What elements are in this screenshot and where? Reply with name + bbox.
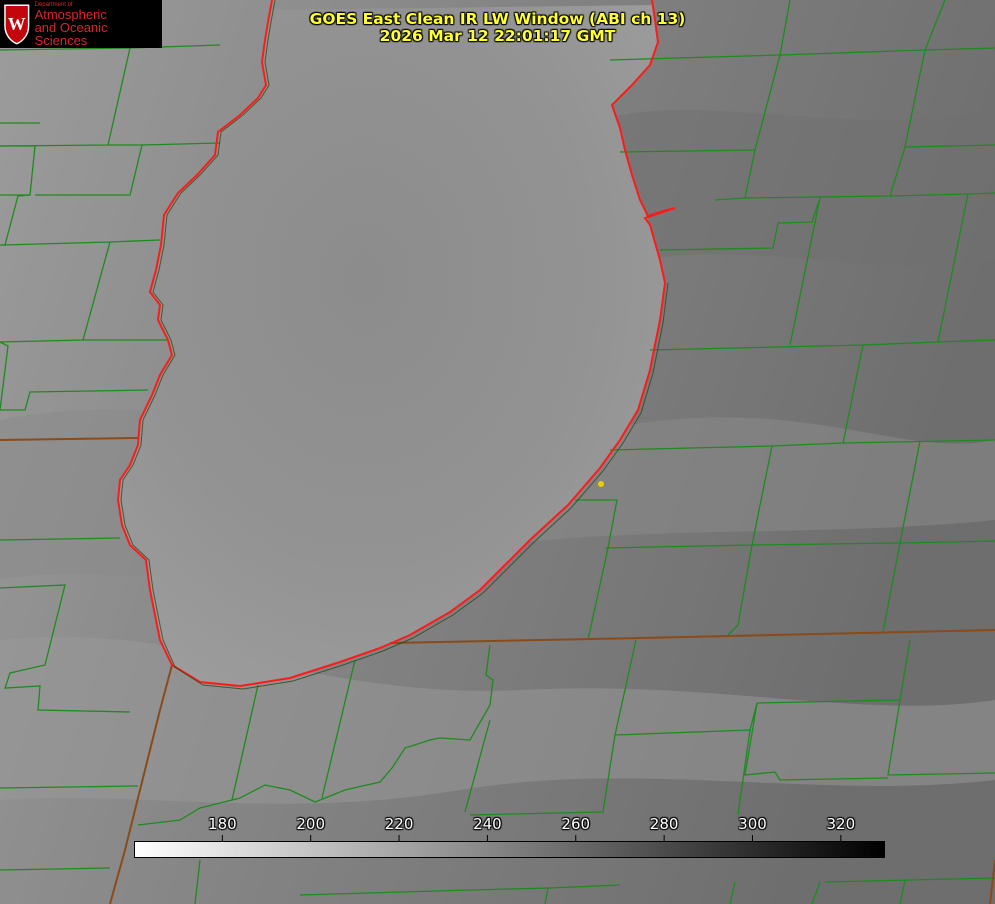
satellite-viewer: 180 200 220 240 260 280 300 320 W Department of… xyxy=(0,0,995,904)
colorbar xyxy=(134,841,885,858)
title-line2: 2026 Mar 12 22:01:17 GMT xyxy=(379,27,616,45)
title-line1: GOES East Clean IR LW Window (ABI ch 13) xyxy=(309,10,686,28)
image-title: GOES East Clean IR LW Window (ABI ch 13)… xyxy=(0,11,995,45)
cloud-band xyxy=(600,110,995,266)
satellite-image xyxy=(0,0,995,904)
station-marker xyxy=(598,481,604,487)
